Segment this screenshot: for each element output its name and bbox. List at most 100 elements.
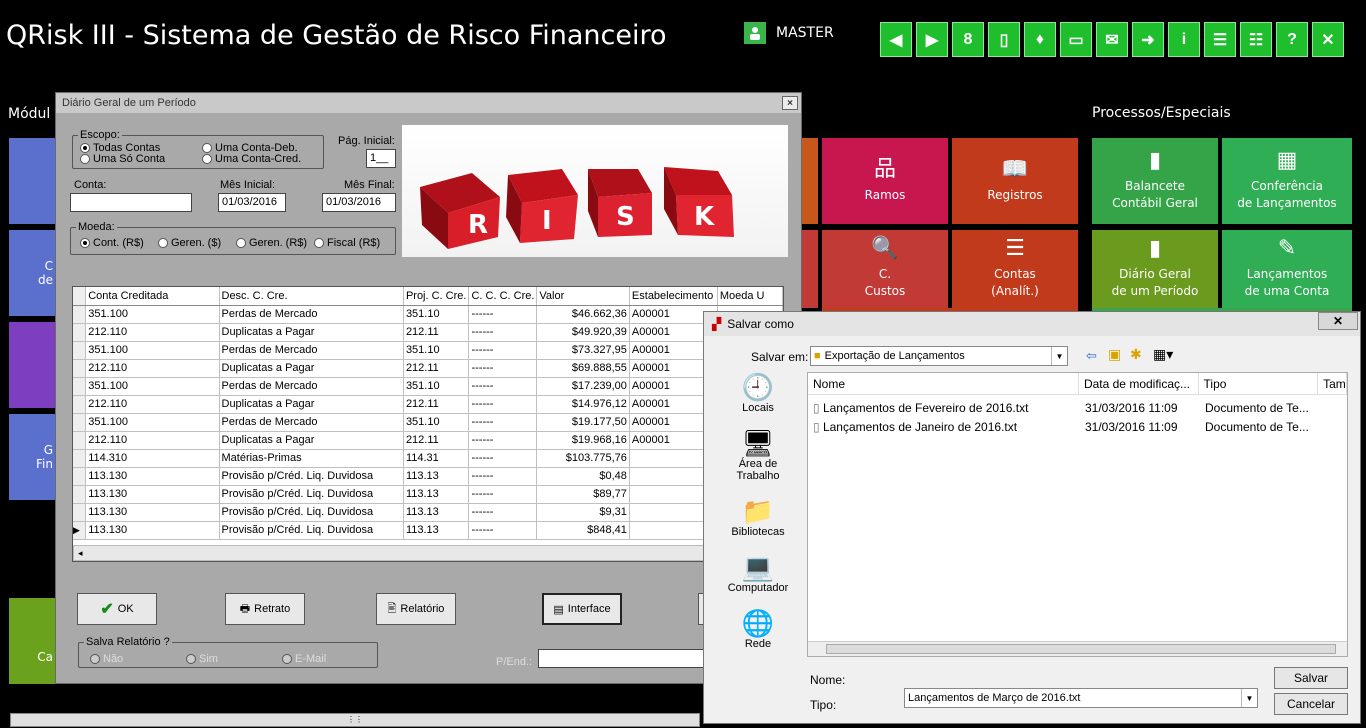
filename-combo[interactable]: Lançamentos de Março de 2016.txt ▼ xyxy=(904,688,1258,708)
table-row[interactable]: 351.100 Perdas de Mercado 351.10 ------ $46.… xyxy=(73,305,783,324)
list-item[interactable]: ▯ Lançamentos de Janeiro de 2016.txt 31/0… xyxy=(808,418,1347,437)
paint-bucket-button[interactable]: ♦ xyxy=(1024,22,1056,57)
table-row[interactable]: 212.110 Duplicatas a Pagar 212.11 ------ $19… xyxy=(73,431,783,450)
tile-conferência-de-lançamentos[interactable]: ▦ Conferência de Lançamentos xyxy=(1222,138,1352,224)
grid-hscrollbar[interactable]: ◂ xyxy=(73,545,783,561)
tile-left-4[interactable]: G Fin xyxy=(9,414,57,500)
place-libraries[interactable]: 📁 Bibliotecas xyxy=(710,496,806,538)
tile-balancete-contábil-geral[interactable]: ▮ Balancete Contábil Geral xyxy=(1092,138,1218,224)
check-icon: ✔ xyxy=(100,601,114,618)
grid-col-header[interactable]: Proj. C. Cre. xyxy=(403,287,470,306)
table-row[interactable]: 113.130 Provisão p/Créd. Liq. Duvidosa 113… xyxy=(73,485,783,504)
traffic-light-vertical-button[interactable]: ▯ xyxy=(988,22,1020,57)
tile-contas-analít[interactable]: ☰ Contas (Analít.) xyxy=(952,230,1078,308)
mes-inicial-input[interactable]: 01/03/2016 xyxy=(218,193,286,212)
place-network[interactable]: 🌐 Rede xyxy=(710,608,806,650)
ok-button[interactable]: ✔ OK xyxy=(77,593,157,625)
grid-col-header[interactable]: Moeda U xyxy=(717,287,783,306)
mail-edit-button[interactable]: ✉ xyxy=(1096,22,1128,57)
tile-ramos[interactable]: 品 Ramos xyxy=(822,138,948,224)
tile-left-3[interactable] xyxy=(9,322,57,408)
chevron-down-icon: ▼ xyxy=(1241,689,1257,707)
table-row[interactable]: 113.130 Provisão p/Créd. Liq. Duvidosa 113… xyxy=(73,467,783,486)
grid-col-header[interactable]: Conta Creditada xyxy=(85,287,220,306)
tile-registros[interactable]: 📖 Registros xyxy=(952,138,1078,224)
file-list-hscrollbar[interactable] xyxy=(808,641,1347,656)
cancelar-button[interactable]: Cancelar xyxy=(1274,693,1348,715)
col-tam[interactable]: Tam xyxy=(1318,373,1347,394)
place-computer[interactable]: 💻 Computador xyxy=(710,552,806,594)
retrato-button[interactable]: 🖶 Retrato xyxy=(225,593,305,625)
save-close-button[interactable]: ✕ xyxy=(1318,312,1358,330)
col-data[interactable]: Data de modificaç... xyxy=(1079,373,1199,394)
tile-left-1[interactable] xyxy=(9,138,57,224)
grid-col-header[interactable]: C. C. C. Cre. xyxy=(468,287,538,306)
place-recent-places[interactable]: 🕘 Locais xyxy=(710,372,806,414)
col-nome[interactable]: Nome xyxy=(808,373,1079,394)
info-button[interactable]: i xyxy=(1168,22,1200,57)
help-button[interactable]: ? xyxy=(1276,22,1308,57)
main-hscrollbar[interactable]: ⋮⋮ xyxy=(10,713,700,727)
salvar-button[interactable]: Salvar xyxy=(1274,667,1348,689)
table-row[interactable]: 212.110 Duplicatas a Pagar 212.11 ------ $69… xyxy=(73,359,783,378)
grid-col-header[interactable]: Estabelecimento xyxy=(629,287,718,306)
back-icon[interactable]: ⇦ xyxy=(1086,348,1097,364)
radio-moeda-geren-brl[interactable]: Geren. (R$) xyxy=(236,237,307,249)
tile-partial-1[interactable] xyxy=(800,138,818,224)
mes-final-input[interactable]: 01/03/2016 xyxy=(322,193,396,212)
pend-input[interactable] xyxy=(538,649,704,668)
grid-col-header[interactable]: Valor xyxy=(536,287,630,306)
ledger-icon: ▮ xyxy=(1148,148,1162,173)
monitor-button[interactable]: ▭ xyxy=(1060,22,1092,57)
tile-diário-geral-de-um-período[interactable]: ▮ Diário Geral de um Período xyxy=(1092,230,1218,308)
document-settings-button[interactable]: ☰ xyxy=(1204,22,1236,57)
radio-uma-conta-cred[interactable]: Uma Conta-Cred. xyxy=(202,153,301,165)
table-row[interactable]: 351.100 Perdas de Mercado 351.10 ------ $19.… xyxy=(73,413,783,432)
close-button[interactable]: ✕ xyxy=(1312,22,1344,57)
radio-salva-sim[interactable]: Sim xyxy=(186,653,218,665)
tile-left-2[interactable]: C de xyxy=(9,230,57,316)
tile-partial-2[interactable] xyxy=(800,230,818,308)
table-row[interactable]: 212.110 Duplicatas a Pagar 212.11 ------ $49… xyxy=(73,323,783,342)
new-folder-icon[interactable]: ✱ xyxy=(1130,346,1142,363)
table-row[interactable]: 113.130 Provisão p/Créd. Liq. Duvidosa 113… xyxy=(73,503,783,522)
list-item[interactable]: ▯ Lançamentos de Fevereiro de 2016.txt 31… xyxy=(808,399,1347,418)
relatorio-button[interactable]: 🖹 Relatório xyxy=(376,593,456,625)
salva-label: Salva Relatório ? xyxy=(84,636,172,648)
table-row[interactable]: 351.100 Perdas de Mercado 351.10 ------ $17.… xyxy=(73,377,783,396)
file-list[interactable]: Nome Data de modificaç... Tipo Tam ▯ Lan… xyxy=(807,372,1348,657)
tile-c-custos[interactable]: 🔍 C. Custos xyxy=(822,230,948,308)
radio-moeda-geren-usd[interactable]: Geren. ($) xyxy=(158,237,221,249)
radio-uma-so-conta[interactable]: Uma Só Conta xyxy=(80,153,165,165)
place-desktop[interactable]: 🖥 Área de Trabalho xyxy=(710,428,806,482)
mail-forward-button[interactable]: ➜ xyxy=(1132,22,1164,57)
dialog-close-button[interactable]: × xyxy=(782,96,798,110)
folder-icon: ■ xyxy=(814,350,821,362)
table-row[interactable]: 351.100 Perdas de Mercado 351.10 ------ $73.… xyxy=(73,341,783,360)
prev-button[interactable]: ◀ xyxy=(880,22,912,57)
pag-inicial-input[interactable]: 1__ xyxy=(366,149,396,168)
traffic-light-button[interactable]: 8 xyxy=(952,22,984,57)
table-cell: Perdas de Mercado xyxy=(219,377,404,396)
col-tipo[interactable]: Tipo xyxy=(1199,373,1319,394)
lancamentos-grid[interactable]: Conta Creditada Desc. C. Cre. Proj. C. Cre… xyxy=(72,286,784,562)
view-menu-icon[interactable]: ▦▾ xyxy=(1153,346,1173,363)
info-icon: i xyxy=(1181,30,1187,48)
tile-lançamentos-de-uma-conta[interactable]: ✎ Lançamentos de uma Conta xyxy=(1222,230,1352,308)
next-button[interactable]: ▶ xyxy=(916,22,948,57)
grid-col-header[interactable]: Desc. C. Cre. xyxy=(219,287,404,306)
place-label: Bibliotecas xyxy=(731,526,785,538)
radio-moeda-fiscal[interactable]: Fiscal (R$) xyxy=(314,237,380,249)
table-row[interactable]: ▶ 113.130 Provisão p/Créd. Liq. Duvidosa 11… xyxy=(73,521,783,540)
table-row[interactable]: 114.310 Matérias-Primas 114.31 ------ $103.7… xyxy=(73,449,783,468)
document-edit-button[interactable]: ☷ xyxy=(1240,22,1272,57)
interface-button[interactable]: ▤ Interface xyxy=(542,593,622,625)
radio-moeda-cont[interactable]: Cont. (R$) xyxy=(80,237,144,249)
radio-salva-email[interactable]: E-Mail xyxy=(282,653,326,665)
tile-left-5[interactable]: Ca xyxy=(9,598,57,684)
conta-input[interactable] xyxy=(70,193,192,212)
up-folder-icon[interactable]: ▣ xyxy=(1108,346,1121,363)
table-row[interactable]: 212.110 Duplicatas a Pagar 212.11 ------ $14… xyxy=(73,395,783,414)
radio-salva-nao[interactable]: Não xyxy=(90,653,123,665)
folder-combo[interactable]: ■ Exportação de Lançamentos ▼ xyxy=(810,346,1068,366)
